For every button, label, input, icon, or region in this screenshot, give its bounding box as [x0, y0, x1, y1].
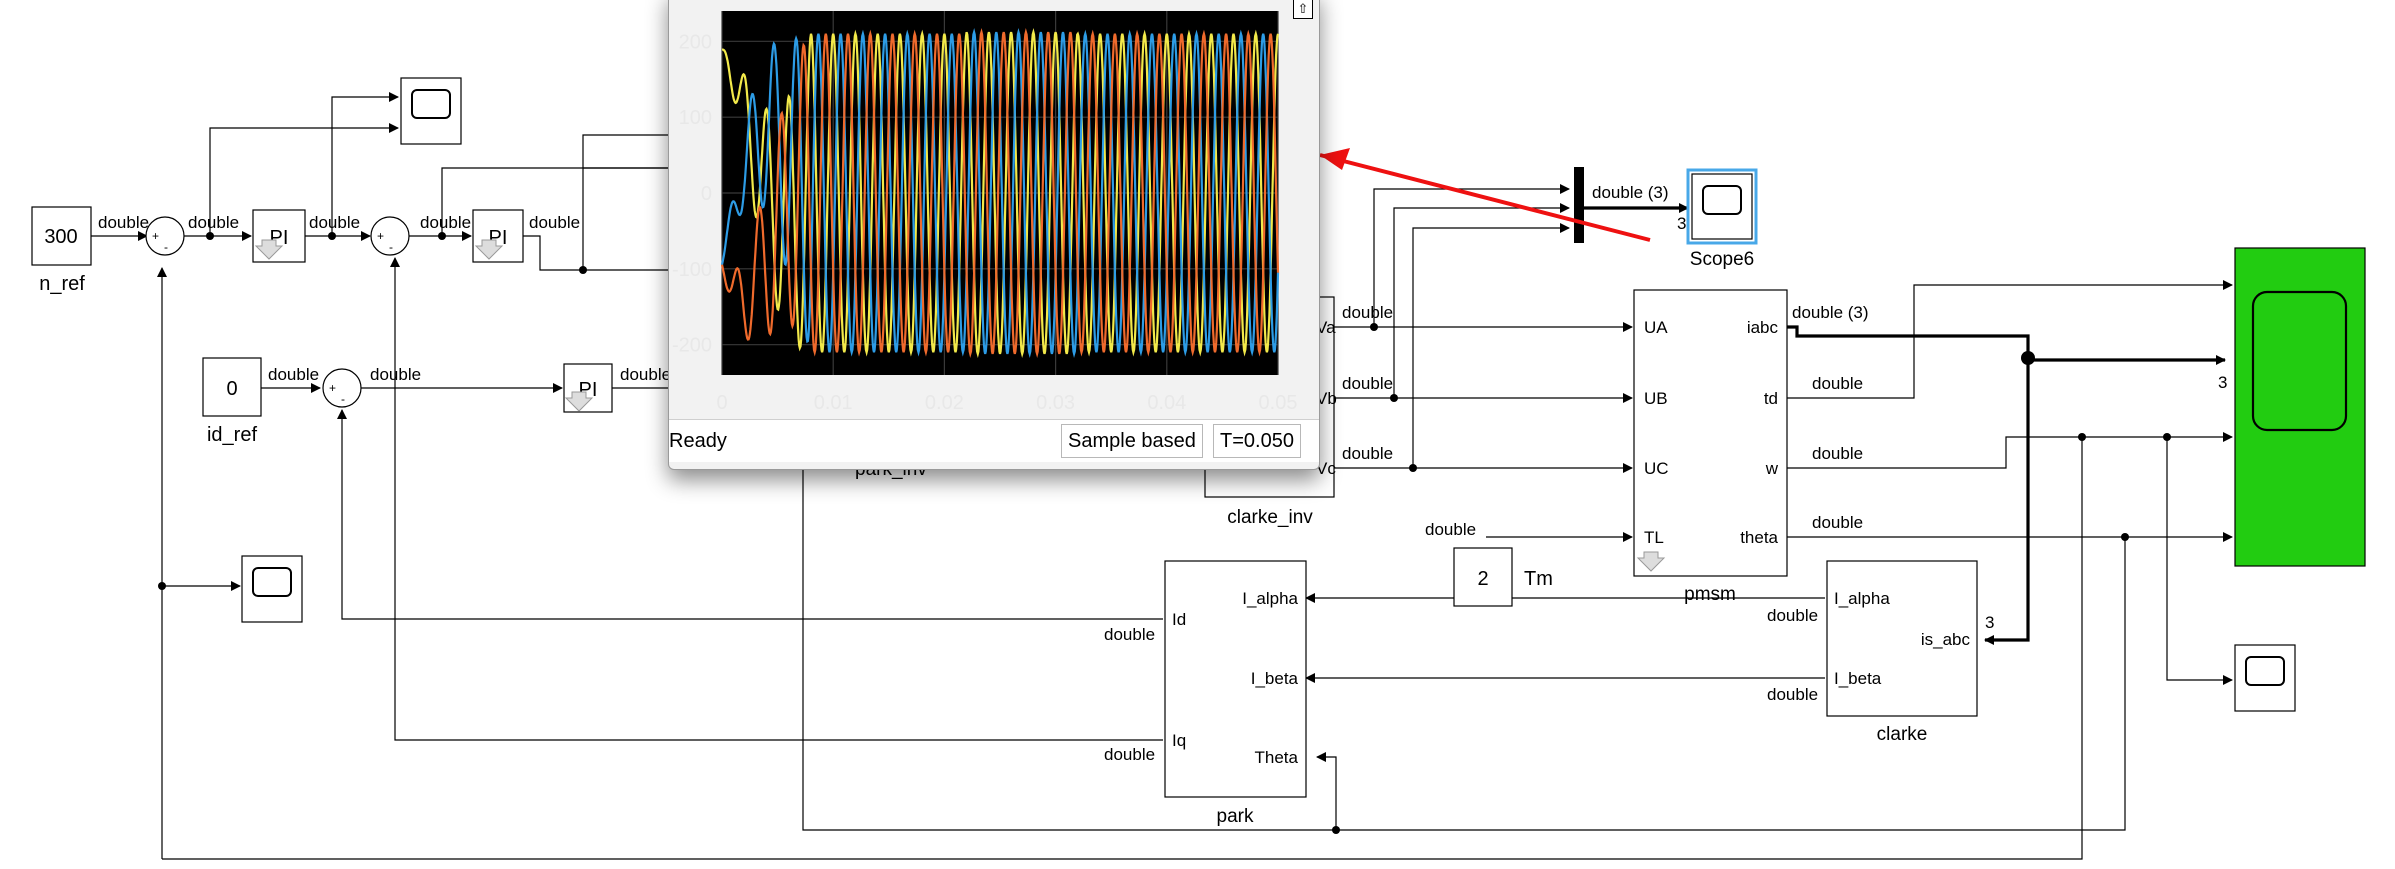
bus-width-label: 3 [2218, 373, 2227, 392]
scope-block-speed[interactable] [241, 555, 303, 623]
signal-label: double [188, 213, 239, 232]
svg-text:I_beta: I_beta [1251, 669, 1299, 688]
scope-status-bar: Ready Sample based T=0.050 [669, 419, 1319, 462]
y-tick-label: -200 [672, 335, 712, 357]
signal-label: double [1812, 513, 1863, 532]
scope-viewer-window[interactable]: 200 100 0 -100 -200 0 0.01 0.02 0.03 0.04 0.05 ⇧ … [668, 0, 1320, 470]
signal-label: double [1342, 303, 1393, 322]
svg-text:2: 2 [1477, 568, 1488, 590]
id-ref-constant-block[interactable]: 0 id_ref [202, 357, 262, 446]
svg-text:pmsm: pmsm [1684, 584, 1736, 605]
signal-label: double [370, 365, 421, 384]
tm-constant-block[interactable]: 2 Tm [1453, 547, 1553, 607]
svg-text:I_alpha: I_alpha [1834, 589, 1890, 608]
signal-label: double [1767, 606, 1818, 625]
clarke-block[interactable]: I_alpha I_beta is_abc clarke [1826, 560, 1978, 745]
svg-text:0: 0 [226, 378, 237, 400]
park-block[interactable]: Id Iq I_alpha I_beta Theta park [1164, 560, 1307, 827]
x-tick-label: 0 [716, 392, 727, 414]
x-tick-label: 0.05 [1259, 392, 1298, 414]
svg-text:is_abc: is_abc [1921, 630, 1971, 649]
pi-iq-block[interactable]: PI [472, 209, 524, 263]
y-tick-label: -100 [672, 259, 712, 281]
sum-block-iq[interactable]: + - [370, 216, 410, 256]
bus-width-label: 3 [1677, 214, 1686, 233]
pi-speed-block[interactable]: PI [252, 209, 306, 263]
y-tick-label: 100 [679, 107, 712, 129]
mux-block[interactable] [1574, 167, 1584, 243]
signal-label: double [1425, 520, 1476, 539]
sum-block-speed[interactable]: + - [145, 216, 185, 256]
x-tick-label: 0.03 [1036, 392, 1075, 414]
svg-text:UA: UA [1644, 318, 1668, 337]
signal-label: double [1342, 374, 1393, 393]
svg-text:UB: UB [1644, 389, 1668, 408]
svg-text:I_alpha: I_alpha [1242, 589, 1298, 608]
x-tick-label: 0.02 [925, 392, 964, 414]
signal-label: double [1812, 444, 1863, 463]
green-scope-block[interactable] [2234, 247, 2366, 567]
status-text: Ready [669, 430, 727, 452]
bus-width-label: 3 [1985, 613, 1994, 632]
signal-label: double [1104, 745, 1155, 764]
pi-id-block[interactable]: PI [563, 363, 613, 413]
x-tick-label: 0.04 [1147, 392, 1186, 414]
svg-text:+: + [377, 229, 384, 243]
undock-icon[interactable]: ⇧ [1293, 0, 1313, 19]
svg-text:w: w [1765, 459, 1779, 478]
y-tick-label: 0 [701, 183, 712, 205]
svg-text:-: - [164, 240, 168, 254]
sum-block-id[interactable]: + - [322, 368, 362, 408]
signal-label: double [620, 365, 671, 384]
signal-label: double [1812, 374, 1863, 393]
svg-text:Iq: Iq [1172, 731, 1186, 750]
signal-label: double [309, 213, 360, 232]
svg-text:park: park [1217, 806, 1254, 827]
scope-block-top[interactable] [400, 77, 462, 145]
scope-plot-area[interactable]: 200 100 0 -100 -200 0 0.01 0.02 0.03 0.04 0.05 [669, 0, 1319, 419]
signal-label: double [529, 213, 580, 232]
svg-text:Id: Id [1172, 610, 1186, 629]
svg-text:I_beta: I_beta [1834, 669, 1882, 688]
svg-text:Scope6: Scope6 [1690, 249, 1754, 270]
y-tick-label: 200 [679, 31, 712, 53]
signal-label: double [1767, 685, 1818, 704]
signal-label: double [268, 365, 319, 384]
svg-text:+: + [329, 381, 336, 395]
svg-text:-: - [389, 240, 393, 254]
svg-text:theta: theta [1740, 528, 1778, 547]
svg-text:+: + [152, 229, 159, 243]
svg-text:iabc: iabc [1747, 318, 1779, 337]
scope-block-theta[interactable] [2234, 644, 2296, 712]
signal-label: double (3) [1792, 303, 1869, 322]
signal-label: double [1104, 625, 1155, 644]
signal-label: double (3) [1592, 183, 1669, 202]
svg-text:n_ref: n_ref [39, 273, 85, 295]
svg-text:UC: UC [1644, 459, 1669, 478]
svg-text:-: - [341, 392, 345, 406]
signal-label: double [98, 213, 149, 232]
time-indicator: T=0.050 [1213, 424, 1301, 458]
n-ref-constant-block[interactable]: 300 n_ref [31, 206, 92, 295]
svg-text:Tm: Tm [1524, 568, 1553, 590]
sample-mode-indicator: Sample based [1061, 424, 1203, 458]
svg-text:300: 300 [44, 226, 77, 248]
svg-text:Theta: Theta [1255, 748, 1299, 767]
x-tick-label: 0.01 [814, 392, 853, 414]
signal-label: double [420, 213, 471, 232]
svg-text:clarke_inv: clarke_inv [1227, 507, 1313, 528]
svg-text:TL: TL [1644, 528, 1664, 547]
svg-text:td: td [1764, 389, 1778, 408]
pmsm-block[interactable]: UA UB UC TL iabc td w theta pmsm [1633, 289, 1788, 605]
scope6-block[interactable]: Scope6 [1686, 168, 1758, 270]
svg-text:id_ref: id_ref [207, 424, 257, 446]
svg-text:clarke: clarke [1877, 724, 1928, 745]
signal-label: double [1342, 444, 1393, 463]
